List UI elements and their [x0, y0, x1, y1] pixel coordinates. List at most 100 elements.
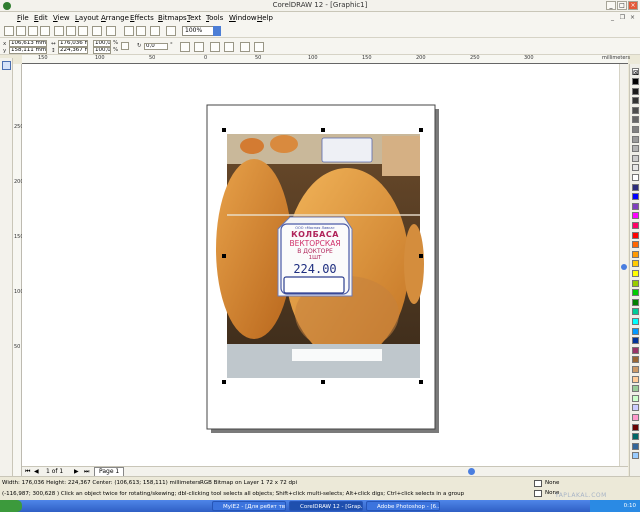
vertical-scrollbar[interactable] — [619, 64, 628, 466]
color-swatch[interactable] — [632, 308, 639, 316]
color-swatch[interactable] — [632, 327, 639, 335]
color-swatch[interactable] — [632, 433, 639, 441]
mirror-horizontal-icon[interactable] — [180, 42, 190, 52]
color-swatch[interactable] — [632, 423, 639, 431]
color-swatch[interactable] — [632, 145, 639, 153]
taskbar-myie2[interactable]: MyIE2 - [Для ребят тв... — [212, 501, 286, 511]
taskbar-photoshop[interactable]: Adobe Photoshop - [6... — [366, 501, 440, 511]
redo-icon[interactable] — [106, 26, 116, 36]
export-icon[interactable] — [136, 26, 146, 36]
doc-minimize-button[interactable]: _ — [608, 13, 617, 22]
trace-bitmap-icon[interactable] — [224, 42, 234, 52]
color-swatch[interactable] — [632, 202, 639, 210]
object-x-position[interactable]: 106,613 mm — [9, 40, 47, 47]
taskbar-coreldraw[interactable]: CorelDRAW 12 - [Grap... — [289, 501, 363, 511]
object-y-position[interactable]: 158,111 mm — [9, 47, 47, 54]
interactive-fill-tool-icon[interactable] — [2, 226, 11, 235]
color-swatch[interactable] — [632, 222, 639, 229]
menu-layout[interactable]: Layout — [75, 14, 99, 22]
copy-icon[interactable] — [66, 26, 76, 36]
color-swatch[interactable] — [632, 97, 639, 105]
application-launcher-icon[interactable] — [150, 26, 160, 36]
eyedropper-tool-icon[interactable] — [2, 193, 11, 202]
color-swatch[interactable] — [632, 289, 639, 297]
color-swatch[interactable] — [632, 385, 639, 393]
ellipse-tool-icon[interactable] — [2, 138, 11, 147]
color-swatch[interactable] — [632, 260, 639, 268]
undo-icon[interactable] — [92, 26, 102, 36]
prev-page-button[interactable]: ◀ — [34, 468, 39, 475]
smart-fill-tool-icon[interactable] — [2, 116, 11, 125]
color-swatch[interactable] — [632, 106, 639, 114]
zoom-dropdown-arrow-icon[interactable] — [213, 26, 221, 36]
pick-tool-icon[interactable] — [2, 61, 11, 70]
rectangle-tool-icon[interactable] — [2, 127, 11, 136]
bitmap-color-mask-icon[interactable] — [254, 42, 264, 52]
cut-icon[interactable] — [54, 26, 64, 36]
color-swatch[interactable] — [632, 126, 639, 133]
color-swatch[interactable] — [632, 346, 639, 354]
close-button[interactable]: × — [628, 1, 638, 10]
color-swatch[interactable] — [632, 250, 639, 258]
maximize-button[interactable]: □ — [617, 1, 627, 10]
polygon-tool-icon[interactable] — [2, 149, 11, 158]
color-swatch[interactable] — [632, 116, 639, 124]
menu-bitmaps[interactable]: Bitmaps — [158, 14, 187, 22]
freehand-tool-icon[interactable] — [2, 105, 11, 114]
menu-edit[interactable]: Edit — [34, 14, 48, 22]
print-icon[interactable] — [40, 26, 50, 36]
fill-indicator-icon[interactable] — [534, 480, 542, 487]
color-swatch[interactable] — [632, 135, 639, 143]
start-button[interactable] — [0, 500, 22, 512]
menu-text[interactable]: Text — [187, 14, 201, 22]
color-swatch[interactable] — [632, 337, 639, 345]
outline-tool-icon[interactable] — [2, 204, 11, 213]
new-icon[interactable] — [4, 26, 14, 36]
zoom-tool-icon[interactable] — [2, 94, 11, 103]
color-swatch[interactable] — [632, 154, 639, 162]
object-height[interactable]: 224,367 mi — [58, 47, 88, 54]
color-swatch[interactable] — [632, 375, 639, 383]
drawing-canvas[interactable]: ООО «Мясная Лавка» КОЛБАСА ВЕКТОРСКАЯ В … — [22, 64, 628, 466]
menu-arrange[interactable]: Arrange — [101, 14, 129, 22]
doc-close-button[interactable]: × — [628, 13, 637, 22]
color-swatch[interactable] — [632, 318, 639, 325]
color-swatch[interactable] — [632, 414, 639, 421]
color-swatch[interactable] — [632, 241, 639, 249]
minimize-button[interactable]: _ — [606, 1, 616, 10]
rotation-angle-field[interactable]: 0,0 — [144, 43, 168, 50]
mirror-vertical-icon[interactable] — [194, 42, 204, 52]
scale-y-field[interactable]: 100,0 — [93, 47, 111, 54]
color-swatch[interactable] — [632, 87, 639, 95]
crop-tool-icon[interactable] — [2, 83, 11, 92]
resample-icon[interactable] — [240, 42, 250, 52]
fill-tool-icon[interactable] — [2, 215, 11, 224]
doc-restore-button[interactable]: ❐ — [618, 13, 627, 22]
open-icon[interactable] — [16, 26, 26, 36]
text-tool-icon[interactable] — [2, 171, 11, 180]
color-swatch[interactable] — [632, 193, 639, 201]
object-width[interactable]: 176,036 mi — [58, 40, 88, 47]
color-swatch[interactable] — [632, 164, 639, 172]
import-icon[interactable] — [124, 26, 134, 36]
color-swatch[interactable] — [632, 356, 639, 364]
vertical-scroll-thumb[interactable] — [621, 264, 627, 270]
menu-window[interactable]: Window — [229, 14, 257, 22]
color-swatch[interactable] — [632, 174, 639, 181]
color-swatch[interactable] — [632, 270, 639, 277]
color-swatch[interactable] — [632, 78, 639, 85]
horizontal-ruler[interactable]: 150 100 50 0 50 100 150 200 250 300 mill… — [22, 55, 630, 64]
horizontal-scroll-thumb[interactable] — [468, 468, 475, 475]
color-swatch[interactable] — [632, 452, 639, 460]
next-page-button[interactable]: ▶ — [74, 468, 79, 475]
color-swatch[interactable] — [632, 183, 639, 191]
color-swatch[interactable] — [632, 404, 639, 412]
paste-icon[interactable] — [78, 26, 88, 36]
shape-tool-icon[interactable] — [2, 72, 11, 81]
color-swatch[interactable] — [632, 279, 639, 287]
corel-online-icon[interactable] — [166, 26, 176, 36]
menu-effects[interactable]: Effects — [130, 14, 154, 22]
menu-view[interactable]: View — [53, 14, 70, 22]
lock-ratio-icon[interactable] — [121, 42, 129, 50]
no-color-swatch[interactable]: ⊠ — [632, 68, 639, 77]
